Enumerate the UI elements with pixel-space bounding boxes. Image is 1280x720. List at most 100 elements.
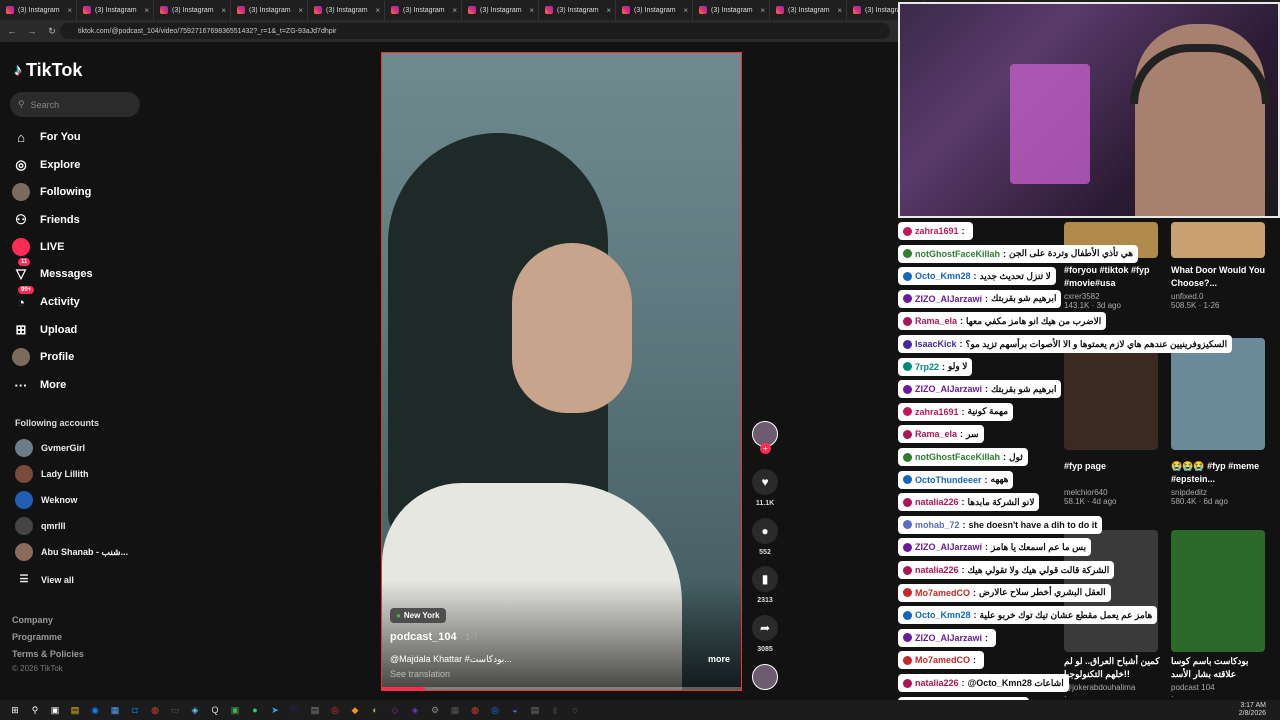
follow-plus-icon[interactable]: + — [760, 443, 771, 454]
telegram-icon[interactable]: ➤ — [268, 703, 282, 717]
nav-item-following[interactable]: Following — [12, 182, 91, 202]
thumbnail-caption[interactable]: كمين أشباح العراق.. لو لم خلهم التكنولوج… — [1064, 655, 1160, 681]
following-account[interactable]: Lady Lillith — [15, 465, 89, 483]
video-thumbnail[interactable] — [1171, 338, 1265, 450]
app-icon[interactable]: ▤ — [528, 703, 542, 717]
video-thumbnail[interactable] — [1171, 222, 1265, 258]
reload-icon[interactable]: ↻ — [46, 26, 58, 37]
following-account[interactable]: GvmerGirl — [15, 439, 85, 457]
thumbnail-user[interactable]: unfixed.0 — [1171, 292, 1219, 301]
view-all-link[interactable]: ☰ View all — [15, 574, 74, 585]
taskbar-clock[interactable]: 3:17 AM 2/8/2026 — [1239, 702, 1266, 718]
nav-item-profile[interactable]: Profile — [12, 347, 74, 367]
app-icon[interactable]: ▤ — [308, 703, 322, 717]
see-translation-link[interactable]: See translation — [390, 669, 450, 679]
video-player[interactable]: ● New York podcast_104 · 1-7 @Majdala Kha… — [381, 52, 742, 691]
back-icon[interactable]: ← — [6, 26, 18, 36]
video-thumbnail[interactable] — [1171, 530, 1265, 652]
browser-tab[interactable]: (3) Instagram × — [539, 0, 616, 20]
thumbnail-caption[interactable]: #foryou #tiktok #fyp #movie#usa — [1064, 264, 1160, 290]
footer-company[interactable]: Company — [12, 615, 53, 625]
close-tab-icon[interactable]: × — [837, 6, 842, 15]
search-icon[interactable]: ⚲ — [28, 703, 42, 717]
close-tab-icon[interactable]: × — [144, 6, 149, 15]
nav-item-upload[interactable]: ⊞ Upload — [12, 320, 78, 340]
tiktok-logo[interactable]: ♪ TikTok — [14, 60, 82, 81]
app-icon[interactable]: ◆ — [348, 703, 362, 717]
video-progress-bar[interactable] — [382, 687, 741, 690]
like-button[interactable]: ♥ 11.1K — [752, 469, 778, 507]
footer-programme[interactable]: Programme — [12, 632, 62, 642]
browser-tab[interactable]: (3) Instagram × — [462, 0, 539, 20]
app-icon[interactable]: ◎ — [488, 703, 502, 717]
app-icon[interactable]: ▮ — [548, 703, 562, 717]
close-tab-icon[interactable]: × — [529, 6, 534, 15]
thumbnail-caption[interactable]: What Door Would You Choose?... — [1171, 264, 1267, 290]
app-icon[interactable]: ◌ — [568, 703, 582, 717]
video-thumbnail[interactable] — [1064, 338, 1158, 450]
nav-item-friends[interactable]: ⚇ Friends — [12, 210, 80, 230]
premiere-icon[interactable]: Pr — [288, 703, 302, 717]
nav-item-explore[interactable]: ◎ Explore — [12, 155, 80, 175]
thumbnail-user[interactable]: podcast 104 — [1171, 683, 1215, 692]
thumbnail-user[interactable]: @jokerabdouhalima — [1064, 683, 1135, 692]
url-field[interactable]: tiktok.com/@podcast_104/video/7592716769… — [60, 23, 890, 39]
app-icon[interactable]: ◈ — [188, 703, 202, 717]
browser-tab[interactable]: (3) Instagram × — [77, 0, 154, 20]
app-icon[interactable]: ◈ — [408, 703, 422, 717]
app-icon[interactable]: ▦ — [448, 703, 462, 717]
close-tab-icon[interactable]: × — [683, 6, 688, 15]
video-author[interactable]: podcast_104 · 1-7 — [390, 631, 478, 643]
thumbnail-user[interactable]: cxrer3582 — [1064, 292, 1121, 301]
windows-start-icon[interactable]: ⊞ — [8, 703, 22, 717]
app-icon[interactable]: ◎ — [328, 703, 342, 717]
music-disc-button[interactable] — [752, 664, 778, 690]
whatsapp-icon[interactable]: ● — [248, 703, 262, 717]
nav-item-more[interactable]: ··· More — [12, 375, 67, 395]
outlook-icon[interactable]: ◘ — [128, 703, 142, 717]
forward-icon[interactable]: → — [26, 26, 38, 36]
browser-tab[interactable]: (3) Instagram × — [385, 0, 462, 20]
thumbnail-user[interactable]: melchior640 — [1064, 488, 1116, 497]
browser-tab[interactable]: (3) Instagram × — [154, 0, 231, 20]
search-input[interactable]: ⚲ Search — [10, 92, 140, 117]
footer-terms[interactable]: Terms & Policies — [12, 649, 84, 659]
nav-item-activity[interactable]: ◔ 99+ Activity — [12, 286, 80, 312]
close-tab-icon[interactable]: × — [221, 6, 226, 15]
browser-tab[interactable]: (3) Instagram × — [616, 0, 693, 20]
following-account[interactable]: qmrlll — [15, 517, 66, 535]
app-icon[interactable]: ▣ — [228, 703, 242, 717]
following-account[interactable]: Abu Shanab - شنب... — [15, 543, 128, 561]
close-tab-icon[interactable]: × — [760, 6, 765, 15]
thumbnail-caption[interactable]: 😭😭😭 #fyp #meme #epstein... — [1171, 460, 1267, 486]
browser-tab[interactable]: (3) Instagram × — [231, 0, 308, 20]
file-explorer-icon[interactable]: ▤ — [68, 703, 82, 717]
following-account[interactable]: Weknow — [15, 491, 77, 509]
comment-button[interactable]: ● 552 — [752, 518, 778, 556]
close-tab-icon[interactable]: × — [67, 6, 72, 15]
save-button[interactable]: ▮ 2313 — [752, 566, 778, 604]
browser-tab[interactable]: (3) Instagram × — [770, 0, 847, 20]
close-tab-icon[interactable]: × — [298, 6, 303, 15]
store-icon[interactable]: ▦ — [108, 703, 122, 717]
app-icon[interactable]: ◐ — [368, 703, 382, 717]
thumbnail-caption[interactable]: بودكاست باسم كوسا علاقته بشار الأسد — [1171, 655, 1267, 681]
discord-icon[interactable]: ◒ — [508, 703, 522, 717]
caption-more-button[interactable]: more — [708, 654, 730, 664]
browser-tab[interactable]: (3) Instagram × — [693, 0, 770, 20]
creator-avatar-button[interactable]: + — [752, 421, 778, 454]
browser-tab[interactable]: (3) Instagram × — [0, 0, 77, 20]
close-tab-icon[interactable]: × — [606, 6, 611, 15]
app-icon[interactable]: ⚙ — [428, 703, 442, 717]
task-view-icon[interactable]: ▣ — [48, 703, 62, 717]
close-tab-icon[interactable]: × — [452, 6, 457, 15]
location-tag[interactable]: ● New York — [390, 608, 446, 623]
app-icon[interactable]: ◇ — [388, 703, 402, 717]
nav-item-live[interactable]: LIVE — [12, 237, 64, 257]
share-button[interactable]: ➦ 3085 — [752, 615, 778, 653]
edge-icon[interactable]: ◉ — [88, 703, 102, 717]
nav-item-for-you[interactable]: ⌂ For You — [12, 127, 80, 147]
thumbnail-caption[interactable]: #fyp page — [1064, 460, 1160, 473]
chrome-icon[interactable]: ◍ — [148, 703, 162, 717]
app-icon[interactable]: Q — [208, 703, 222, 717]
